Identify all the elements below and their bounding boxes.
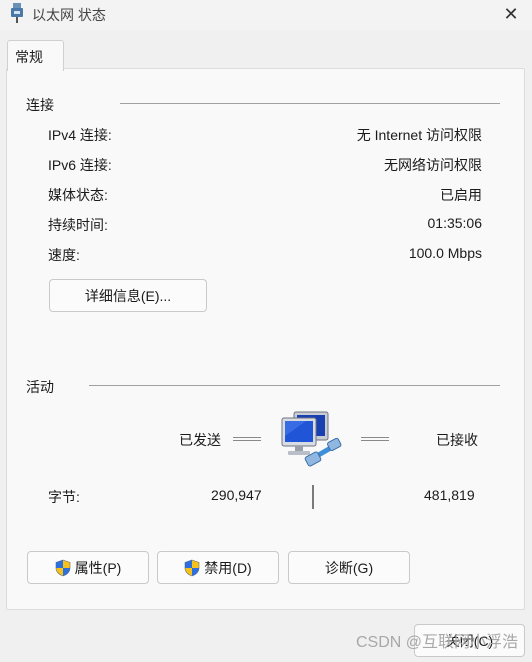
bytes-label: 字节: bbox=[48, 489, 80, 505]
tab-label: 常规 bbox=[15, 49, 43, 65]
ipv6-value: 无网络访问权限 bbox=[384, 157, 482, 173]
bytes-received-value: 481,819 bbox=[424, 487, 475, 503]
network-adapter-icon bbox=[11, 3, 23, 23]
properties-button-label: 属性(P) bbox=[74, 559, 122, 576]
activity-section-header: 活动 bbox=[26, 379, 54, 395]
bytes-separator bbox=[312, 485, 314, 509]
properties-button[interactable]: 属性(P) bbox=[27, 551, 149, 584]
tab-general[interactable]: 常规 bbox=[7, 40, 64, 71]
uac-shield-icon bbox=[184, 559, 200, 576]
speed-label: 速度: bbox=[48, 247, 80, 263]
media-state-value: 已启用 bbox=[440, 187, 482, 203]
diagnose-button[interactable]: 诊断(G) bbox=[288, 551, 410, 584]
close-icon[interactable]: ✕ bbox=[500, 3, 522, 25]
duration-value: 01:35:06 bbox=[427, 215, 483, 231]
network-computers-icon bbox=[281, 411, 342, 467]
window-title: 以太网 状态 bbox=[32, 7, 106, 23]
received-link-line bbox=[361, 437, 389, 441]
diagnose-button-label: 诊断(G) bbox=[324, 559, 374, 576]
speed-value: 100.0 Mbps bbox=[408, 245, 482, 261]
details-button-label: 详细信息(E)... bbox=[84, 287, 172, 304]
disable-button[interactable]: 禁用(D) bbox=[157, 551, 279, 584]
media-state-label: 媒体状态: bbox=[48, 187, 108, 203]
ipv4-label: IPv4 连接: bbox=[48, 127, 112, 143]
connection-divider bbox=[120, 103, 500, 104]
watermark: CSDN @互联网小浮浩 bbox=[355, 634, 518, 651]
sent-label: 已发送 bbox=[179, 432, 221, 448]
general-panel bbox=[6, 68, 525, 610]
duration-label: 持续时间: bbox=[48, 217, 108, 233]
bytes-sent-value: 290,947 bbox=[211, 487, 262, 503]
details-button[interactable]: 详细信息(E)... bbox=[49, 279, 207, 312]
disable-button-label: 禁用(D) bbox=[204, 559, 252, 576]
connection-section-header: 连接 bbox=[26, 97, 54, 113]
received-label: 已接收 bbox=[436, 432, 478, 448]
activity-divider bbox=[89, 385, 500, 386]
uac-shield-icon bbox=[55, 559, 70, 576]
ipv4-value: 无 Internet 访问权限 bbox=[356, 127, 482, 143]
sent-link-line bbox=[233, 437, 261, 441]
ipv6-label: IPv6 连接: bbox=[48, 157, 112, 173]
